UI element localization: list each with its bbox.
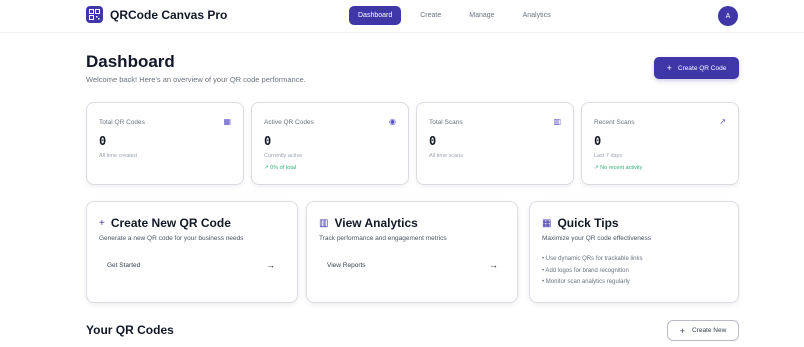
bar-chart-icon: ▥ <box>553 117 561 126</box>
create-qr-code-label: Create QR Code <box>677 64 727 72</box>
get-started-link[interactable]: Get Started <box>107 262 140 269</box>
stat-note: Currently active <box>264 153 303 159</box>
bar-chart-icon: ▥ <box>319 217 329 229</box>
arrow-right-icon[interactable]: → <box>266 260 275 270</box>
card-title-text: View Analytics <box>334 216 418 230</box>
create-new-button[interactable]: + Create New <box>667 320 739 341</box>
stat-value: 0 <box>429 134 437 148</box>
tip-item: • Add logos for brand recognition <box>542 267 629 274</box>
user-avatar[interactable]: A <box>718 6 738 26</box>
nav-item-analytics[interactable]: Analytics <box>514 6 560 25</box>
card-title-text: Quick Tips <box>557 216 619 230</box>
page-title: Dashboard <box>86 52 175 71</box>
app-name: QRCode Canvas Pro <box>110 7 228 22</box>
nav-item-manage[interactable]: Manage <box>460 6 503 25</box>
card-title-text: Create New QR Code <box>110 216 231 230</box>
qr-code-icon: ▦ <box>542 217 552 229</box>
tips-list: • Use dynamic QRs for trackable links • … <box>542 256 642 291</box>
card-title: + Create New QR Code <box>99 216 231 230</box>
plus-icon: + <box>679 325 685 336</box>
nav-item-create[interactable]: Create <box>411 6 450 25</box>
stat-card-total-qr-codes: Total QR Codes ▦ 0 All time created <box>86 102 244 185</box>
view-reports-link[interactable]: View Reports <box>327 262 366 269</box>
page-subtitle: Welcome back! Here's an overview of your… <box>86 75 306 84</box>
arrow-right-icon[interactable]: → <box>489 260 498 270</box>
main-nav: Dashboard Create Manage Analytics <box>349 6 570 25</box>
stat-trend: ↗ No recent activity <box>594 165 643 171</box>
quick-tips-card: ▦ Quick Tips Maximize your QR code effec… <box>529 201 739 303</box>
stat-label: Active QR Codes <box>264 119 314 126</box>
card-description: Track performance and engagement metrics <box>319 235 447 242</box>
create-qr-code-button[interactable]: + Create QR Code <box>654 57 739 79</box>
tip-item: • Use dynamic QRs for trackable links <box>542 256 643 262</box>
stat-note: All time created <box>99 153 137 159</box>
stat-note: Last 7 days <box>594 153 623 159</box>
stat-value: 0 <box>99 134 107 148</box>
qr-code-icon: ▦ <box>223 117 231 126</box>
card-description: Generate a new QR code for your business… <box>99 235 244 242</box>
stat-trend: ↗ 0% of total <box>264 165 297 171</box>
card-title: ▦ Quick Tips <box>542 216 619 230</box>
create-new-qr-code-card[interactable]: + Create New QR Code Generate a new QR c… <box>86 201 298 303</box>
stat-value: 0 <box>594 134 602 148</box>
trending-up-icon: ↗ <box>719 117 726 126</box>
stat-card-total-scans: Total Scans ▥ 0 All time scans <box>416 102 574 185</box>
stat-note: All time scans <box>429 153 463 159</box>
qr-code-logo-icon <box>86 6 103 23</box>
card-description: Maximize your QR code effectiveness <box>542 235 651 242</box>
create-new-label: Create New <box>691 327 727 334</box>
stat-card-active-qr-codes: Active QR Codes ◉ 0 Currently active ↗ 0… <box>251 102 409 185</box>
stat-label: Recent Scans <box>594 119 635 126</box>
top-navigation-bar: QRCode Canvas Pro Dashboard Create Manag… <box>0 0 804 33</box>
eye-icon: ◉ <box>389 117 396 126</box>
plus-icon: + <box>99 217 105 229</box>
stat-card-recent-scans: Recent Scans ↗ 0 Last 7 days ↗ No recent… <box>581 102 739 185</box>
stat-label: Total Scans <box>429 119 463 126</box>
stat-value: 0 <box>264 134 272 148</box>
card-title: ▥ View Analytics <box>319 216 418 230</box>
brand[interactable]: QRCode Canvas Pro <box>86 6 227 23</box>
tip-item: • Monitor scan analytics regularly <box>542 279 630 285</box>
view-analytics-card[interactable]: ▥ View Analytics Track performance and e… <box>306 201 518 303</box>
your-qr-codes-title: Your QR Codes <box>86 323 174 337</box>
plus-icon: + <box>666 63 672 73</box>
stat-label: Total QR Codes <box>99 119 145 126</box>
nav-item-dashboard[interactable]: Dashboard <box>349 6 402 25</box>
